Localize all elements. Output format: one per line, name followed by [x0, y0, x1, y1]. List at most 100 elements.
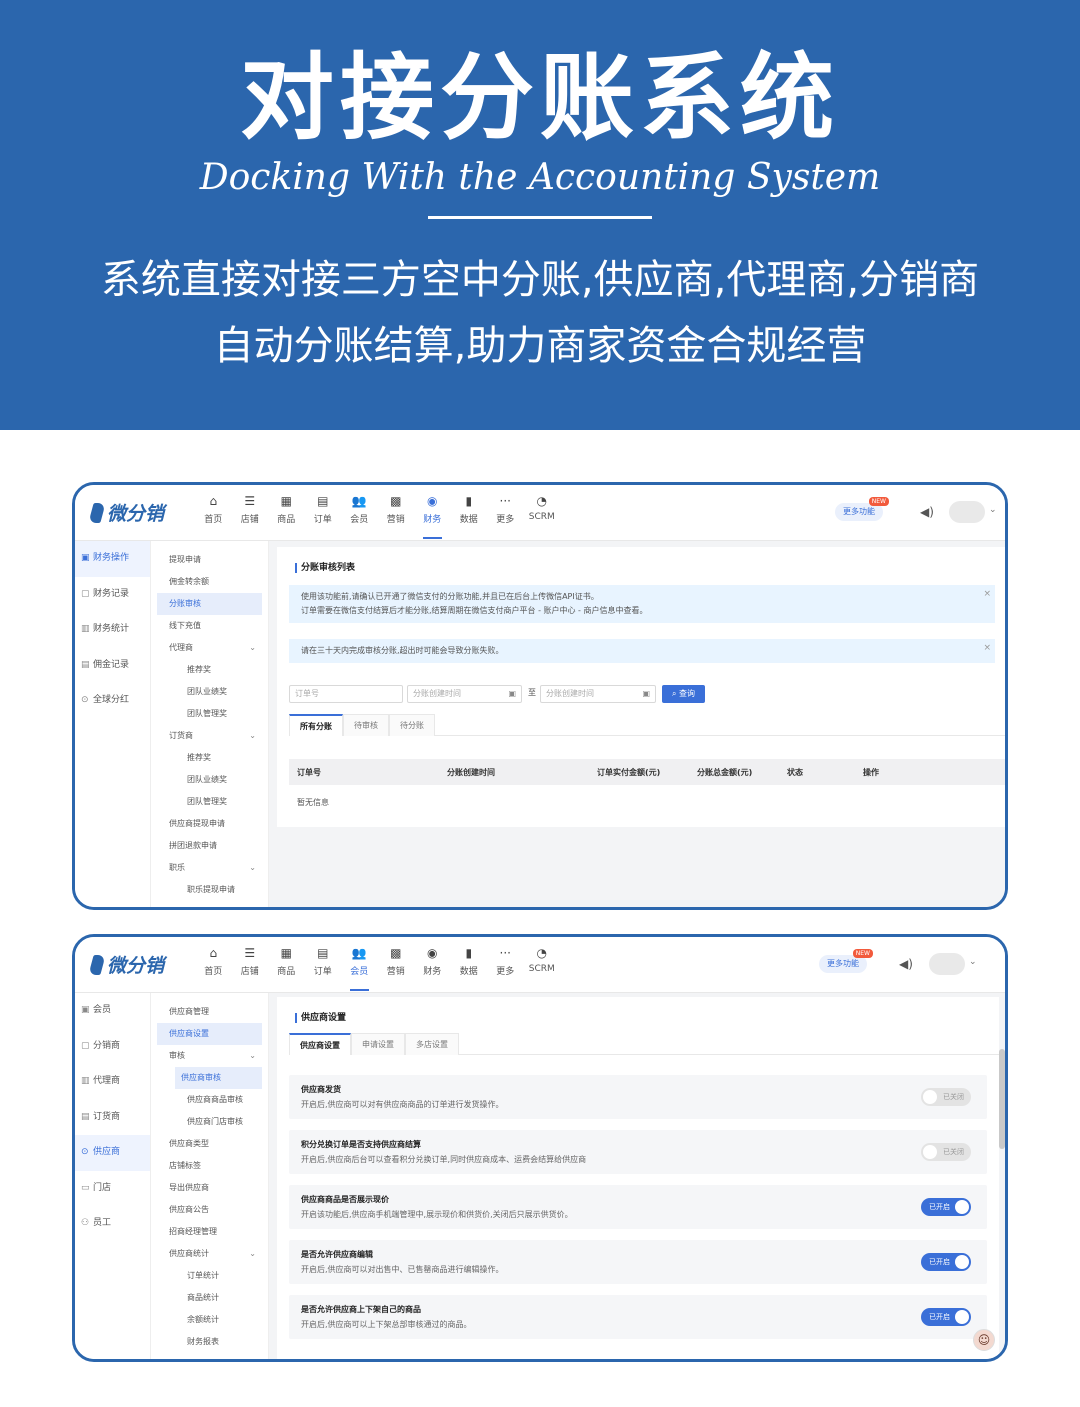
sidebar-item[interactable]: ▢ 财务记录: [75, 577, 150, 613]
tab-pending-split[interactable]: 待分账: [389, 714, 435, 736]
tab-pending-review[interactable]: 待审核: [343, 714, 389, 736]
submenu-item[interactable]: 供应商商品审核: [157, 1089, 262, 1111]
submenu-item[interactable]: 供应商门店审核: [157, 1111, 262, 1133]
nav-goods[interactable]: ▦ 商品: [268, 493, 305, 539]
submenu-item[interactable]: 订单统计: [157, 1265, 262, 1287]
speaker-icon[interactable]: ◀): [899, 957, 913, 971]
chevron-down-icon[interactable]: ⌄: [249, 1045, 256, 1067]
chevron-down-icon[interactable]: ⌄: [249, 1243, 256, 1265]
nav-home[interactable]: ⌂ 首页: [195, 493, 232, 539]
end-date-input[interactable]: 分账创建时间 ▣: [540, 685, 656, 703]
submenu-item[interactable]: 供应商公告: [157, 1199, 262, 1221]
nav-marketing[interactable]: ▩ 营销: [378, 945, 415, 991]
submenu-item[interactable]: 团队业绩奖: [157, 681, 262, 703]
user-avatar[interactable]: [949, 501, 985, 523]
sidebar-item[interactable]: ▣ 财务操作: [75, 541, 150, 577]
submenu-item[interactable]: 供应商类型: [157, 1133, 262, 1155]
tab-supplier-settings[interactable]: 供应商设置: [289, 1033, 351, 1055]
nav-goods[interactable]: ▦ 商品: [268, 945, 305, 991]
nav-member[interactable]: 👥 会员: [341, 945, 378, 991]
speaker-icon[interactable]: ◀): [920, 505, 934, 519]
submenu-item-label: 供应商审核: [181, 1073, 221, 1082]
submenu-item[interactable]: 订货商 ⌄: [157, 725, 262, 747]
start-date-input[interactable]: 分账创建时间 ▣: [407, 685, 522, 703]
sidebar-item[interactable]: ▭ 门店: [75, 1171, 150, 1207]
setting-toggle[interactable]: 已开启: [921, 1253, 971, 1271]
nav-data[interactable]: ▮ 数据: [451, 493, 488, 539]
nav-more[interactable]: ··· 更多: [487, 493, 524, 539]
submenu-item[interactable]: 团队业绩奖: [157, 769, 262, 791]
nav-order[interactable]: ▤ 订单: [305, 945, 342, 991]
nav-member[interactable]: 👥 会员: [341, 493, 378, 539]
close-icon[interactable]: ×: [983, 587, 991, 601]
sidebar-item[interactable]: ▣ 会员: [75, 993, 150, 1029]
submenu-item[interactable]: 余额统计: [157, 1309, 262, 1331]
setting-toggle[interactable]: 已开启: [921, 1198, 971, 1216]
submenu-item[interactable]: 团队管理奖: [157, 703, 262, 725]
more-functions-button[interactable]: 更多功能 NEW: [819, 949, 873, 973]
sidebar-item[interactable]: ⊙ 全球分红: [75, 683, 150, 719]
submenu-item[interactable]: 店铺标签: [157, 1155, 262, 1177]
submenu-item[interactable]: 代理商 ⌄: [157, 637, 262, 659]
submenu-item[interactable]: 提现申请: [157, 549, 262, 571]
submenu-item[interactable]: 推荐奖: [157, 659, 262, 681]
sidebar-item[interactable]: ⊙ 供应商: [75, 1135, 150, 1171]
user-avatar[interactable]: [929, 953, 965, 975]
nav-finance[interactable]: ◉ 财务: [414, 945, 451, 991]
app-logo[interactable]: 微分销: [88, 951, 164, 978]
submenu-item[interactable]: 导出供应商: [157, 1177, 262, 1199]
submenu-item[interactable]: 供应商提现申请: [157, 813, 262, 835]
nav-scrm[interactable]: ◔ SCRM: [524, 945, 561, 991]
tab-all[interactable]: 所有分账: [289, 714, 343, 736]
nav-marketing[interactable]: ▩ 营销: [378, 493, 415, 539]
sidebar-item[interactable]: ▥ 财务统计: [75, 612, 150, 648]
submenu-item[interactable]: 审核 ⌄: [157, 1045, 262, 1067]
nav-data[interactable]: ▮ 数据: [451, 945, 488, 991]
submenu-item[interactable]: 推荐奖: [157, 747, 262, 769]
close-icon[interactable]: ×: [983, 641, 991, 655]
submenu-item[interactable]: 供应商设置: [157, 1023, 262, 1045]
chevron-down-icon[interactable]: ⌄: [249, 725, 256, 747]
nav-order[interactable]: ▤ 订单: [305, 493, 342, 539]
scrollbar[interactable]: [999, 1049, 1005, 1149]
sidebar-item[interactable]: ▥ 代理商: [75, 1064, 150, 1100]
submenu-item[interactable]: 佣金转余额: [157, 571, 262, 593]
setting-toggle[interactable]: 已关闭: [921, 1088, 971, 1106]
tab-multi-store-settings[interactable]: 多店设置: [405, 1033, 459, 1055]
setting-toggle[interactable]: 已开启: [921, 1308, 971, 1326]
sidebar-item[interactable]: ▢ 分销商: [75, 1029, 150, 1065]
submenu-item[interactable]: 招商经理管理: [157, 1221, 262, 1243]
nav-store[interactable]: ☰ 店铺: [232, 493, 269, 539]
page-title: 分账审核列表: [295, 563, 355, 573]
sidebar-item[interactable]: ▤ 佣金记录: [75, 648, 150, 684]
sidebar-item[interactable]: ▤ 订货商: [75, 1100, 150, 1136]
nav-home[interactable]: ⌂ 首页: [195, 945, 232, 991]
chevron-down-icon[interactable]: ⌄: [249, 637, 256, 659]
chevron-down-icon[interactable]: ⌄: [969, 957, 977, 967]
submenu-item[interactable]: 商品统计: [157, 1287, 262, 1309]
app-logo[interactable]: 微分销: [88, 499, 164, 526]
support-avatar[interactable]: ☺: [973, 1329, 995, 1351]
submenu-item[interactable]: 拼团退款申请: [157, 835, 262, 857]
nav-finance[interactable]: ◉ 财务: [414, 493, 451, 539]
tab-apply-settings[interactable]: 申请设置: [351, 1033, 405, 1055]
chevron-down-icon[interactable]: ⌄: [249, 857, 256, 879]
setting-toggle[interactable]: 已关闭: [921, 1143, 971, 1161]
submenu-item[interactable]: 供应商统计 ⌄: [157, 1243, 262, 1265]
order-no-input[interactable]: 订单号: [289, 685, 403, 703]
submenu-item[interactable]: 分账审核: [157, 593, 262, 615]
submenu-item[interactable]: 供应商管理: [157, 1001, 262, 1023]
nav-scrm[interactable]: ◔ SCRM: [524, 493, 561, 539]
submenu-item[interactable]: 团队管理奖: [157, 791, 262, 813]
more-functions-button[interactable]: 更多功能 NEW: [835, 497, 889, 521]
sidebar-item[interactable]: ⚇ 员工: [75, 1206, 150, 1242]
submenu-item[interactable]: 线下充值: [157, 615, 262, 637]
nav-more[interactable]: ··· 更多: [487, 945, 524, 991]
submenu-item[interactable]: 供应商审核: [175, 1067, 262, 1089]
submenu-item[interactable]: 职乐提现申请: [157, 879, 262, 901]
submenu-item[interactable]: 财务报表: [157, 1331, 262, 1353]
query-button[interactable]: ⌕ 查询: [662, 685, 705, 703]
chevron-down-icon[interactable]: ⌄: [989, 505, 997, 515]
submenu-item[interactable]: 职乐 ⌄: [157, 857, 262, 879]
nav-store[interactable]: ☰ 店铺: [232, 945, 269, 991]
